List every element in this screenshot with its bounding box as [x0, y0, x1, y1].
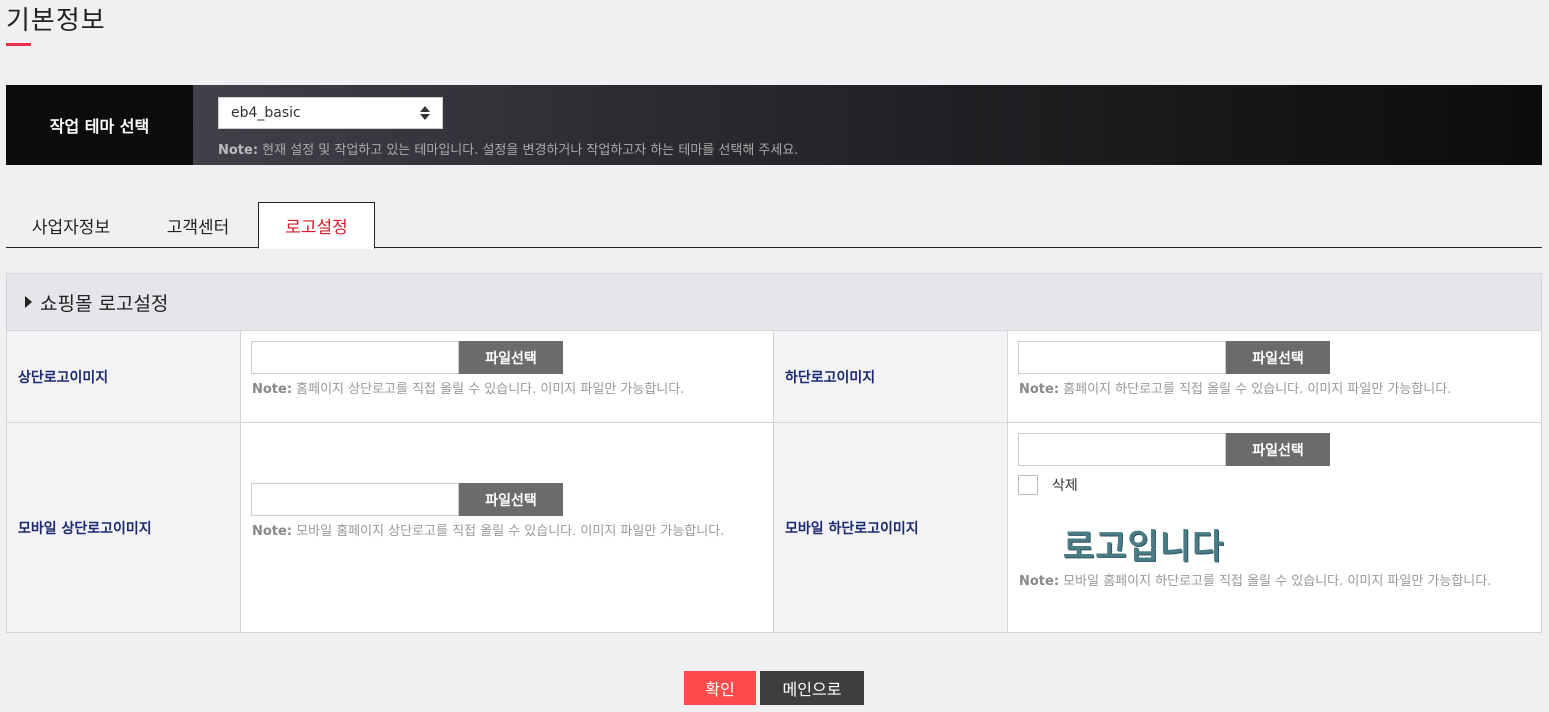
select-arrows-icon	[420, 106, 430, 120]
label-mobile-top-logo: 모바일 상단로고이미지	[7, 423, 241, 632]
delete-row: 삭제	[1018, 475, 1078, 495]
value-bottom-logo: 파일선택 Note: 홈페이지 하단로고를 직접 올릴 수 있습니다. 이미지 …	[1008, 331, 1541, 423]
top-logo-note: Note: 홈페이지 상단로고를 직접 올릴 수 있습니다. 이미지 파일만 가…	[252, 381, 762, 398]
logo-settings-panel: 쇼핑몰 로고설정 상단로고이미지 파일선택 Note: 홈페이지 상단로고를 직…	[6, 273, 1542, 633]
note-prefix: Note:	[1019, 382, 1060, 397]
value-mobile-bottom-logo: 파일선택 삭제 로고입니다 Note: 모바일 홈페이지 하단로고를 직접 올릴…	[1008, 423, 1541, 632]
value-mobile-top-logo: 파일선택 Note: 모바일 홈페이지 상단로고를 직접 올릴 수 있습니다. …	[241, 423, 774, 632]
delete-checkbox[interactable]	[1018, 475, 1038, 495]
label-bottom-logo: 하단로고이미지	[774, 331, 1008, 423]
note-prefix: Note:	[218, 143, 259, 158]
bottom-logo-file-input[interactable]	[1018, 341, 1226, 374]
note-text: 홈페이지 하단로고를 직접 올릴 수 있습니다. 이미지 파일만 가능합니다.	[1059, 382, 1452, 397]
theme-select-value: eb4_basic	[231, 105, 301, 121]
label-top-logo: 상단로고이미지	[7, 331, 241, 423]
mobile-top-logo-file-button[interactable]: 파일선택	[459, 483, 563, 516]
theme-select[interactable]: eb4_basic	[218, 97, 443, 129]
bottom-logo-note: Note: 홈페이지 하단로고를 직접 올릴 수 있습니다. 이미지 파일만 가…	[1019, 381, 1529, 398]
page-title: 기본정보	[6, 6, 106, 36]
main-button[interactable]: 메인으로	[760, 671, 864, 705]
theme-note: Note: 현재 설정 및 작업하고 있는 테마입니다. 설정을 변경하거나 작…	[218, 139, 798, 158]
mobile-top-logo-file-row: 파일선택	[251, 483, 563, 516]
delete-label: 삭제	[1052, 478, 1078, 494]
note-text: 홈페이지 상단로고를 직접 올릴 수 있습니다. 이미지 파일만 가능합니다.	[292, 382, 685, 397]
triangle-right-icon	[25, 296, 32, 308]
mobile-bottom-logo-file-button[interactable]: 파일선택	[1226, 433, 1330, 466]
confirm-button[interactable]: 확인	[684, 671, 756, 705]
top-logo-file-button[interactable]: 파일선택	[459, 341, 563, 374]
theme-label: 작업 테마 선택	[6, 85, 193, 165]
value-top-logo: 파일선택 Note: 홈페이지 상단로고를 직접 올릴 수 있습니다. 이미지 …	[241, 331, 774, 423]
tab-customer-center[interactable]: 고객센터	[136, 202, 260, 248]
tab-logo-settings[interactable]: 로고설정	[258, 202, 375, 249]
bottom-logo-file-row: 파일선택	[1018, 341, 1330, 374]
bottom-logo-file-button[interactable]: 파일선택	[1226, 341, 1330, 374]
title-underline	[6, 43, 31, 46]
note-prefix: Note:	[252, 382, 293, 397]
note-text: 모바일 홈페이지 하단로고를 직접 올릴 수 있습니다. 이미지 파일만 가능합…	[1059, 574, 1492, 589]
tab-business-info[interactable]: 사업자정보	[6, 202, 136, 248]
mobile-bottom-logo-note: Note: 모바일 홈페이지 하단로고를 직접 올릴 수 있습니다. 이미지 파…	[1019, 573, 1529, 590]
tab-bar: 사업자정보 고객센터 로고설정	[6, 202, 1542, 249]
theme-bar: 작업 테마 선택 eb4_basic Note: 현재 설정 및 작업하고 있는…	[6, 85, 1542, 165]
panel-header: 쇼핑몰 로고설정	[7, 274, 1541, 331]
note-prefix: Note:	[252, 524, 293, 539]
mobile-top-logo-file-input[interactable]	[251, 483, 459, 516]
panel-title: 쇼핑몰 로고설정	[40, 292, 169, 315]
logo-preview-image: 로고입니다	[1063, 527, 1225, 567]
note-prefix: Note:	[1019, 574, 1060, 589]
note-text: 모바일 홈페이지 상단로고를 직접 올릴 수 있습니다. 이미지 파일만 가능합…	[292, 524, 725, 539]
mobile-top-logo-note: Note: 모바일 홈페이지 상단로고를 직접 올릴 수 있습니다. 이미지 파…	[252, 523, 762, 540]
top-logo-file-row: 파일선택	[251, 341, 563, 374]
mobile-bottom-logo-file-row: 파일선택	[1018, 433, 1330, 466]
mobile-bottom-logo-file-input[interactable]	[1018, 433, 1226, 466]
label-mobile-bottom-logo: 모바일 하단로고이미지	[774, 423, 1008, 632]
top-logo-file-input[interactable]	[251, 341, 459, 374]
note-text: 현재 설정 및 작업하고 있는 테마입니다. 설정을 변경하거나 작업하고자 하…	[258, 143, 799, 158]
